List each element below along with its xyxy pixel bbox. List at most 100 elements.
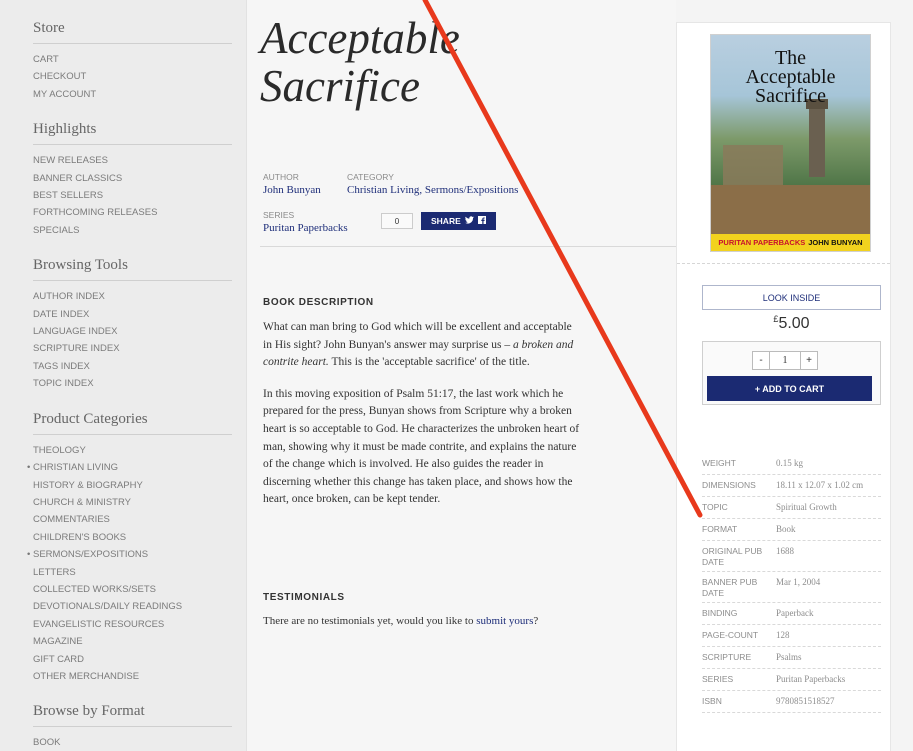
sidebar-heading-store: Store	[33, 20, 232, 44]
description-paragraph-1: What can man bring to God which will be …	[263, 321, 574, 369]
sidebar-item-childrens-books[interactable]: CHILDREN'S BOOKS	[33, 529, 246, 546]
author-label: AUTHOR	[263, 172, 299, 182]
spec-row-weight: WEIGHT 0.15 kg	[702, 453, 881, 475]
author-link[interactable]: John Bunyan	[263, 184, 321, 196]
page-title: Acceptable Sacrifice	[260, 14, 460, 110]
spec-row-scripture: SCRIPTURE Psalms	[702, 647, 881, 669]
cover-house-shape	[723, 145, 783, 185]
facebook-icon	[477, 216, 486, 226]
category-meta: CATEGORY Christian Living, Sermons/Expos…	[347, 172, 518, 196]
series-spec-link[interactable]: Puritan Paperbacks	[776, 672, 881, 687]
panel-divider	[677, 263, 890, 264]
book-cover-image[interactable]: The Acceptable Sacrifice PURITAN PAPERBA…	[710, 34, 871, 252]
sidebar-heading-product-categories: Product Categories	[33, 411, 232, 435]
sidebar-item-book[interactable]: BOOK	[33, 734, 246, 751]
spec-row-isbn: ISBN 9780851518527	[702, 691, 881, 713]
series-label: SERIES	[263, 210, 295, 220]
quantity-stepper: - 1 +	[752, 351, 818, 370]
topic-link[interactable]: Spiritual Growth	[776, 500, 881, 515]
sidebar-item-sermons-expositions[interactable]: SERMONS/EXPOSITIONS	[27, 546, 246, 564]
book-description: BOOK DESCRIPTION What can man bring to G…	[263, 297, 583, 509]
spec-row-banner-pub-date: BANNER PUB DATE Mar 1, 2004	[702, 572, 881, 603]
sidebar-item-other-merchandise[interactable]: OTHER MERCHANDISE	[33, 668, 246, 685]
sidebar-item-letters[interactable]: LETTERS	[33, 564, 246, 581]
sidebar: Store CART CHECKOUT MY ACCOUNT Highlight…	[0, 0, 247, 751]
sidebar-item-scripture-index[interactable]: SCRIPTURE INDEX	[33, 340, 246, 357]
testimonials-text: There are no testimonials yet, would you…	[263, 615, 539, 627]
share-button[interactable]: SHARE	[421, 212, 496, 230]
product-main: Acceptable Sacrifice AUTHOR John Bunyan …	[247, 0, 676, 751]
category-link[interactable]: Christian Living, Sermons/Expositions	[347, 184, 518, 196]
sidebar-item-magazine[interactable]: MAGAZINE	[33, 633, 246, 650]
spec-row-dimensions: DIMENSIONS 18.11 x 12.07 x 1.02 cm	[702, 475, 881, 497]
spec-row-binding: BINDING Paperback	[702, 603, 881, 625]
sidebar-item-new-releases[interactable]: NEW RELEASES	[33, 152, 246, 169]
add-to-cart-box: - 1 + + ADD TO CART	[702, 341, 881, 405]
sidebar-item-evangelistic-resources[interactable]: EVANGELISTIC RESOURCES	[33, 616, 246, 633]
series-meta: SERIES Puritan Paperbacks	[263, 210, 348, 234]
sidebar-item-date-index[interactable]: DATE INDEX	[33, 306, 246, 323]
submit-testimonial-link[interactable]: submit yours	[476, 615, 533, 627]
twitter-icon	[464, 216, 474, 226]
sidebar-item-checkout[interactable]: CHECKOUT	[33, 68, 246, 85]
sidebar-item-specials[interactable]: SPECIALS	[33, 222, 246, 239]
sidebar-item-devotionals[interactable]: DEVOTIONALS/DAILY READINGS	[33, 598, 246, 615]
sidebar-heading-browsing-tools: Browsing Tools	[33, 257, 232, 282]
share-widget: 0 SHARE	[381, 212, 496, 230]
sidebar-item-history-biography[interactable]: HISTORY & BIOGRAPHY	[33, 477, 246, 494]
format-menu: BOOK	[33, 734, 246, 751]
sidebar-item-church-ministry[interactable]: CHURCH & MINISTRY	[33, 494, 246, 511]
sidebar-item-gift-card[interactable]: GIFT CARD	[33, 651, 246, 668]
share-label: SHARE	[431, 216, 461, 226]
testimonials-heading: TESTIMONIALS	[263, 592, 345, 603]
sidebar-item-commentaries[interactable]: COMMENTARIES	[33, 511, 246, 528]
quantity-input[interactable]: 1	[770, 351, 800, 370]
spec-row-series: SERIES Puritan Paperbacks	[702, 669, 881, 691]
spec-row-format: FORMAT Book	[702, 519, 881, 541]
sidebar-item-cart[interactable]: CART	[33, 51, 246, 68]
cover-church-tower-shape	[806, 99, 828, 177]
purchase-panel: The Acceptable Sacrifice PURITAN PAPERBA…	[676, 22, 891, 751]
sidebar-item-collected-works[interactable]: COLLECTED WORKS/SETS	[33, 581, 246, 598]
price: £5.00	[677, 314, 906, 333]
browsing-tools-menu: AUTHOR INDEX DATE INDEX LANGUAGE INDEX S…	[33, 288, 246, 392]
product-specs: WEIGHT 0.15 kg DIMENSIONS 18.11 x 12.07 …	[702, 453, 881, 713]
quantity-increase-button[interactable]: +	[800, 351, 818, 370]
product-categories-menu: THEOLOGY CHRISTIAN LIVING HISTORY & BIOG…	[27, 442, 246, 686]
sidebar-heading-highlights: Highlights	[33, 121, 232, 146]
testimonials: TESTIMONIALS There are no testimonials y…	[263, 592, 603, 627]
cover-title: The Acceptable Sacrifice	[745, 47, 836, 107]
look-inside-button[interactable]: LOOK INSIDE	[702, 285, 881, 310]
description-paragraph-2: In this moving exposition of Psalm 51:17…	[263, 387, 580, 506]
page-title-line2: Sacrifice	[260, 61, 420, 111]
sidebar-item-theology[interactable]: THEOLOGY	[33, 442, 246, 459]
share-count: 0	[381, 213, 413, 229]
sidebar-item-best-sellers[interactable]: BEST SELLERS	[33, 187, 246, 204]
book-description-heading: BOOK DESCRIPTION	[263, 297, 374, 308]
series-link[interactable]: Puritan Paperbacks	[263, 222, 348, 234]
category-label: CATEGORY	[347, 172, 394, 182]
cover-ground-shape	[711, 185, 870, 235]
sidebar-item-banner-classics[interactable]: BANNER CLASSICS	[33, 170, 246, 187]
sidebar-item-forthcoming-releases[interactable]: FORTHCOMING RELEASES	[33, 204, 246, 221]
spec-row-original-pub-date: ORIGINAL PUB DATE 1688	[702, 541, 881, 572]
sidebar-heading-browse-by-format: Browse by Format	[33, 703, 232, 728]
highlights-menu: NEW RELEASES BANNER CLASSICS BEST SELLER…	[33, 152, 246, 239]
scripture-link[interactable]: Psalms	[776, 650, 881, 665]
content-divider	[260, 246, 676, 247]
author-meta: AUTHOR John Bunyan	[263, 172, 321, 196]
sidebar-item-tags-index[interactable]: TAGS INDEX	[33, 358, 246, 375]
store-menu: CART CHECKOUT MY ACCOUNT	[33, 51, 246, 103]
cover-series-band: PURITAN PAPERBACKS JOHN BUNYAN	[711, 234, 870, 251]
sidebar-item-author-index[interactable]: AUTHOR INDEX	[33, 288, 246, 305]
spec-row-topic: TOPIC Spiritual Growth	[702, 497, 881, 519]
sidebar-item-my-account[interactable]: MY ACCOUNT	[33, 86, 246, 103]
page-title-line1: Acceptable	[260, 13, 460, 63]
add-to-cart-button[interactable]: + ADD TO CART	[707, 376, 872, 401]
quantity-decrease-button[interactable]: -	[752, 351, 770, 370]
sidebar-item-topic-index[interactable]: TOPIC INDEX	[33, 375, 246, 392]
sidebar-item-language-index[interactable]: LANGUAGE INDEX	[33, 323, 246, 340]
price-value: 5.00	[778, 315, 810, 332]
sidebar-item-christian-living[interactable]: CHRISTIAN LIVING	[27, 459, 246, 477]
spec-row-page-count: PAGE-COUNT 128	[702, 625, 881, 647]
